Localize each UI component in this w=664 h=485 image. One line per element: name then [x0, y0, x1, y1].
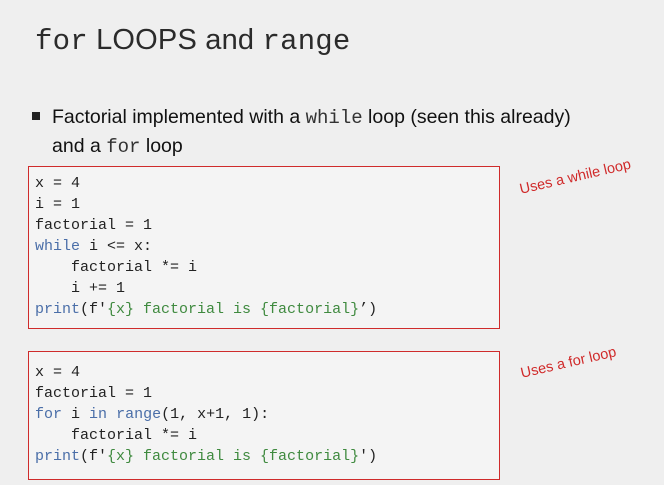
- print-function: print: [35, 301, 81, 318]
- for-loop-code-box: x = 4 factorial = 1 for i in range(1, x+1,…: [28, 351, 500, 480]
- fstring-content: {x} factorial is {factorial}: [107, 448, 360, 465]
- code-fragment: (f': [80, 448, 108, 465]
- bullet-square-icon: [32, 112, 40, 120]
- for-loop-note: Uses a for loop: [519, 344, 618, 382]
- code-line: print(f'{x} factorial is {factorial}’): [35, 299, 377, 320]
- code-line: factorial = 1: [35, 217, 153, 234]
- code-fragment: i: [62, 406, 90, 423]
- print-function: print: [35, 448, 81, 465]
- code-line: while i <= x:: [35, 236, 377, 257]
- code-line: factorial *= i: [35, 259, 198, 276]
- bullet-point: Factorial implemented with a while loop …: [32, 103, 652, 161]
- code-line: print(f'{x} factorial is {factorial}'): [35, 446, 377, 467]
- bullet-for-keyword: for: [106, 136, 141, 158]
- bullet-line-2: and a for loop: [52, 132, 652, 161]
- bullet-text: loop: [140, 135, 183, 157]
- bullet-line-1: Factorial implemented with a while loop …: [52, 103, 652, 132]
- code-line: factorial *= i: [35, 427, 198, 444]
- bullet-text: and a: [52, 135, 107, 157]
- for-loop-code: x = 4 factorial = 1 for i in range(1, x+1,…: [35, 362, 377, 467]
- title-range-keyword: range: [262, 25, 351, 58]
- slide-title: for LOOPS and range: [35, 22, 351, 60]
- code-fragment: '): [359, 448, 378, 465]
- code-line: x = 4: [35, 175, 81, 192]
- while-loop-note: Uses a while loop: [518, 156, 633, 198]
- in-keyword: in: [89, 406, 108, 423]
- title-text: LOOPS and: [87, 24, 263, 56]
- code-line: i += 1: [35, 280, 126, 297]
- code-fragment: i <= x:: [80, 238, 153, 255]
- code-fragment: ’): [359, 301, 378, 318]
- code-fragment: (1, x+1, 1):: [161, 406, 270, 423]
- code-line: factorial = 1: [35, 385, 153, 402]
- fstring-content: {x} factorial is {factorial}: [107, 301, 360, 318]
- code-fragment: (f': [80, 301, 108, 318]
- while-keyword: while: [35, 238, 81, 255]
- for-keyword: for: [35, 406, 63, 423]
- code-line: for i in range(1, x+1, 1):: [35, 404, 377, 425]
- title-for-keyword: for: [35, 25, 88, 58]
- code-line: i = 1: [35, 196, 81, 213]
- bullet-while-keyword: while: [305, 107, 363, 129]
- slide: for LOOPS and range Factorial implemente…: [0, 0, 664, 485]
- bullet-text: loop (seen this already): [362, 106, 571, 128]
- bullet-text: Factorial implemented with a: [52, 106, 306, 128]
- code-line: x = 4: [35, 364, 81, 381]
- range-function: range: [116, 406, 162, 423]
- while-loop-code-box: x = 4 i = 1 factorial = 1 while i <= x: fac…: [28, 166, 500, 329]
- code-fragment: [107, 406, 116, 423]
- while-loop-code: x = 4 i = 1 factorial = 1 while i <= x: fac…: [35, 173, 377, 320]
